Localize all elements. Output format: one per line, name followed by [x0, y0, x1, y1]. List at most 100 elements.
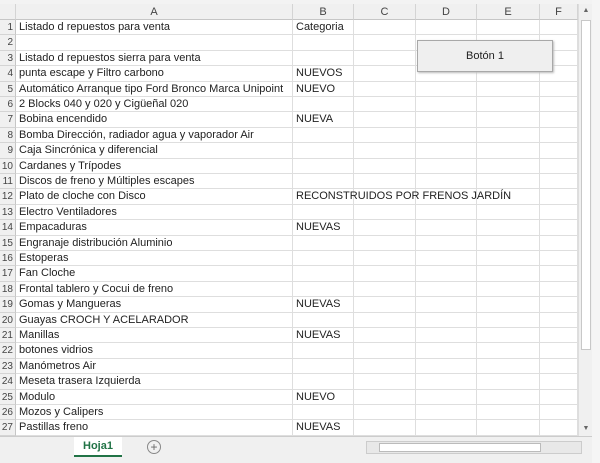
cell-d26[interactable] [416, 405, 477, 421]
cell-f22[interactable] [540, 343, 578, 359]
cell-a2[interactable] [16, 35, 293, 51]
cell-d8[interactable] [416, 127, 477, 144]
cell-c24[interactable] [354, 374, 416, 390]
vertical-scroll-thumb[interactable] [581, 20, 591, 350]
column-header-b[interactable]: B [293, 4, 354, 20]
cell-e11[interactable] [477, 174, 540, 190]
cell-d24[interactable] [416, 374, 477, 390]
row-header[interactable]: 21 [0, 328, 16, 344]
cell-d6[interactable] [416, 97, 477, 113]
row-header[interactable]: 27 [0, 420, 16, 436]
row-header[interactable]: 3 [0, 50, 16, 67]
cell-b15[interactable] [293, 235, 354, 251]
row-header[interactable]: 20 [0, 312, 16, 328]
cell-c26[interactable] [354, 405, 416, 421]
cell-f19[interactable] [540, 297, 578, 313]
cell-b19[interactable]: NUEVAS [293, 297, 354, 313]
cell-b14[interactable]: NUEVAS [293, 220, 354, 236]
row-header[interactable]: 17 [0, 266, 16, 282]
cell-f24[interactable] [540, 374, 578, 390]
cell-c9[interactable] [354, 143, 416, 159]
cell-e25[interactable] [477, 389, 540, 405]
cell-e21[interactable] [477, 328, 540, 344]
cell-f17[interactable] [540, 266, 578, 282]
scroll-up-icon[interactable]: ▲ [579, 4, 593, 18]
cell-f20[interactable] [540, 312, 578, 328]
cell-c14[interactable] [354, 220, 416, 236]
cell-f12[interactable] [540, 189, 578, 205]
cell-d13[interactable] [416, 204, 477, 221]
cell-d19[interactable] [416, 297, 477, 313]
cell-f21[interactable] [540, 328, 578, 344]
cell-e13[interactable] [477, 204, 540, 221]
cell-c23[interactable] [354, 358, 416, 375]
cell-f9[interactable] [540, 143, 578, 159]
cell-b24[interactable] [293, 374, 354, 390]
cell-a27[interactable]: Pastillas freno [16, 420, 293, 436]
scroll-down-icon[interactable]: ▼ [579, 422, 593, 436]
cell-f11[interactable] [540, 174, 578, 190]
cell-d7[interactable] [416, 112, 477, 128]
cell-c6[interactable] [354, 97, 416, 113]
row-header[interactable]: 18 [0, 281, 16, 298]
cell-b11[interactable] [293, 174, 354, 190]
cell-e27[interactable] [477, 420, 540, 436]
cell-a25[interactable]: Modulo [16, 389, 293, 405]
cell-d16[interactable] [416, 251, 477, 267]
cell-b21[interactable]: NUEVAS [293, 328, 354, 344]
sheet-tab-hoja1[interactable]: Hoja1 [74, 437, 122, 457]
cell-f26[interactable] [540, 405, 578, 421]
cell-e26[interactable] [477, 405, 540, 421]
row-header[interactable]: 12 [0, 189, 16, 205]
cell-d17[interactable] [416, 266, 477, 282]
row-header[interactable]: 7 [0, 112, 16, 128]
cell-b23[interactable] [293, 358, 354, 375]
cell-c27[interactable] [354, 420, 416, 436]
row-header[interactable]: 25 [0, 389, 16, 405]
cell-a19[interactable]: Gomas y Mangueras [16, 297, 293, 313]
cell-f10[interactable] [540, 158, 578, 174]
cell-c20[interactable] [354, 312, 416, 328]
row-header[interactable]: 26 [0, 405, 16, 421]
cell-d18[interactable] [416, 281, 477, 298]
cell-b2[interactable] [293, 35, 354, 51]
cell-f5[interactable] [540, 81, 578, 97]
cell-d27[interactable] [416, 420, 477, 436]
cell-e18[interactable] [477, 281, 540, 298]
column-header-d[interactable]: D [416, 4, 477, 20]
cell-a14[interactable]: Empacaduras [16, 220, 293, 236]
cell-c1[interactable] [354, 20, 416, 36]
cell-c21[interactable] [354, 328, 416, 344]
row-header[interactable]: 4 [0, 66, 16, 82]
cell-a1[interactable]: Listado d repuestos para venta [16, 20, 293, 36]
cell-d10[interactable] [416, 158, 477, 174]
cell-c2[interactable] [354, 35, 416, 51]
cell-f14[interactable] [540, 220, 578, 236]
cell-e15[interactable] [477, 235, 540, 251]
cell-a21[interactable]: Manillas [16, 328, 293, 344]
cell-b13[interactable] [293, 204, 354, 221]
horizontal-scrollbar[interactable] [366, 441, 582, 454]
row-header[interactable]: 2 [0, 35, 16, 51]
cell-c17[interactable] [354, 266, 416, 282]
vertical-scrollbar[interactable]: ▲ ▼ [578, 4, 592, 436]
cell-c8[interactable] [354, 127, 416, 144]
cell-b8[interactable] [293, 127, 354, 144]
row-header[interactable]: 8 [0, 127, 16, 144]
cell-d14[interactable] [416, 220, 477, 236]
cell-e22[interactable] [477, 343, 540, 359]
row-header[interactable]: 13 [0, 204, 16, 221]
row-header[interactable]: 16 [0, 251, 16, 267]
cell-b26[interactable] [293, 405, 354, 421]
cell-a15[interactable]: Engranaje distribución Aluminio [16, 235, 293, 251]
cell-b9[interactable] [293, 143, 354, 159]
cell-e6[interactable] [477, 97, 540, 113]
cell-d1[interactable] [416, 20, 477, 36]
cell-b3[interactable] [293, 50, 354, 67]
cell-b12[interactable]: RECONSTRUIDOS POR FRENOS JARDÍN [293, 189, 511, 205]
cell-f23[interactable] [540, 358, 578, 375]
cell-a16[interactable]: Estoperas [16, 251, 293, 267]
cell-b22[interactable] [293, 343, 354, 359]
cell-e23[interactable] [477, 358, 540, 375]
cell-b25[interactable]: NUEVO [293, 389, 354, 405]
